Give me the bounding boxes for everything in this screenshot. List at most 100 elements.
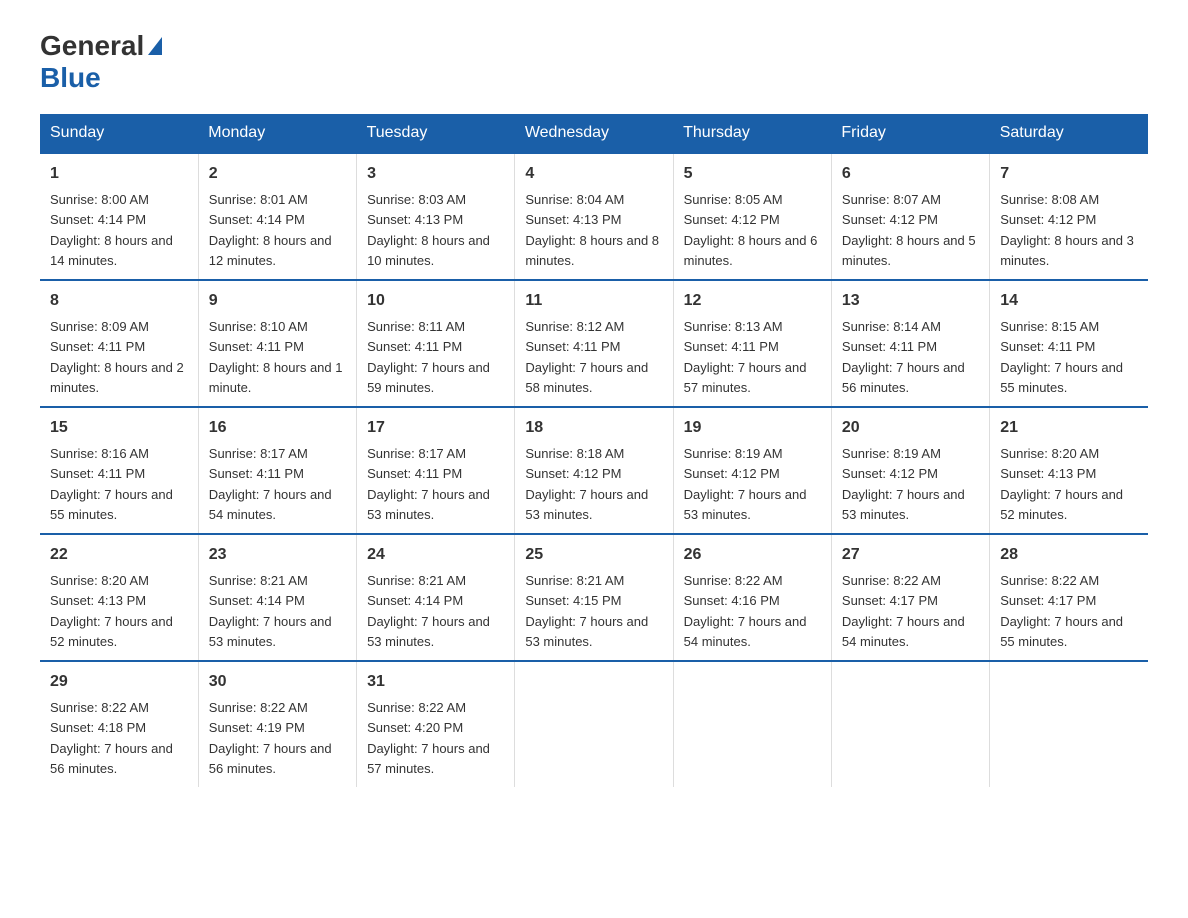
- calendar-cell: [990, 661, 1148, 787]
- day-info: Sunrise: 8:13 AMSunset: 4:11 PMDaylight:…: [684, 319, 807, 395]
- day-number: 7: [1000, 162, 1138, 186]
- header: General Blue: [40, 30, 1148, 94]
- day-number: 21: [1000, 416, 1138, 440]
- day-info: Sunrise: 8:22 AMSunset: 4:20 PMDaylight:…: [367, 700, 490, 776]
- day-number: 27: [842, 543, 979, 567]
- calendar-cell: 20 Sunrise: 8:19 AMSunset: 4:12 PMDaylig…: [831, 407, 989, 534]
- logo: General Blue: [40, 30, 162, 94]
- calendar-cell: 22 Sunrise: 8:20 AMSunset: 4:13 PMDaylig…: [40, 534, 198, 661]
- day-info: Sunrise: 8:15 AMSunset: 4:11 PMDaylight:…: [1000, 319, 1123, 395]
- calendar-cell: 24 Sunrise: 8:21 AMSunset: 4:14 PMDaylig…: [357, 534, 515, 661]
- day-info: Sunrise: 8:19 AMSunset: 4:12 PMDaylight:…: [842, 446, 965, 522]
- day-info: Sunrise: 8:22 AMSunset: 4:16 PMDaylight:…: [684, 573, 807, 649]
- day-number: 17: [367, 416, 504, 440]
- day-info: Sunrise: 8:21 AMSunset: 4:14 PMDaylight:…: [367, 573, 490, 649]
- calendar-header-row: Sunday Monday Tuesday Wednesday Thursday…: [40, 114, 1148, 153]
- day-number: 29: [50, 670, 188, 694]
- day-number: 28: [1000, 543, 1138, 567]
- calendar-cell: 21 Sunrise: 8:20 AMSunset: 4:13 PMDaylig…: [990, 407, 1148, 534]
- day-number: 16: [209, 416, 346, 440]
- day-info: Sunrise: 8:22 AMSunset: 4:17 PMDaylight:…: [842, 573, 965, 649]
- day-number: 8: [50, 289, 188, 313]
- col-friday: Friday: [831, 114, 989, 153]
- day-number: 15: [50, 416, 188, 440]
- day-info: Sunrise: 8:21 AMSunset: 4:14 PMDaylight:…: [209, 573, 332, 649]
- calendar-cell: 6 Sunrise: 8:07 AMSunset: 4:12 PMDayligh…: [831, 153, 989, 280]
- logo-triangle-icon: [148, 37, 162, 55]
- calendar-cell: 7 Sunrise: 8:08 AMSunset: 4:12 PMDayligh…: [990, 153, 1148, 280]
- calendar-cell: 14 Sunrise: 8:15 AMSunset: 4:11 PMDaylig…: [990, 280, 1148, 407]
- calendar-cell: 13 Sunrise: 8:14 AMSunset: 4:11 PMDaylig…: [831, 280, 989, 407]
- calendar-cell: 9 Sunrise: 8:10 AMSunset: 4:11 PMDayligh…: [198, 280, 356, 407]
- calendar-cell: 12 Sunrise: 8:13 AMSunset: 4:11 PMDaylig…: [673, 280, 831, 407]
- day-number: 23: [209, 543, 346, 567]
- day-number: 18: [525, 416, 662, 440]
- day-info: Sunrise: 8:20 AMSunset: 4:13 PMDaylight:…: [1000, 446, 1123, 522]
- col-sunday: Sunday: [40, 114, 198, 153]
- day-info: Sunrise: 8:11 AMSunset: 4:11 PMDaylight:…: [367, 319, 490, 395]
- day-info: Sunrise: 8:00 AMSunset: 4:14 PMDaylight:…: [50, 192, 173, 268]
- day-info: Sunrise: 8:16 AMSunset: 4:11 PMDaylight:…: [50, 446, 173, 522]
- calendar-cell: 5 Sunrise: 8:05 AMSunset: 4:12 PMDayligh…: [673, 153, 831, 280]
- day-info: Sunrise: 8:17 AMSunset: 4:11 PMDaylight:…: [209, 446, 332, 522]
- calendar-cell: 26 Sunrise: 8:22 AMSunset: 4:16 PMDaylig…: [673, 534, 831, 661]
- day-info: Sunrise: 8:21 AMSunset: 4:15 PMDaylight:…: [525, 573, 648, 649]
- calendar-week-row: 1 Sunrise: 8:00 AMSunset: 4:14 PMDayligh…: [40, 153, 1148, 280]
- day-number: 26: [684, 543, 821, 567]
- col-monday: Monday: [198, 114, 356, 153]
- day-info: Sunrise: 8:20 AMSunset: 4:13 PMDaylight:…: [50, 573, 173, 649]
- day-number: 1: [50, 162, 188, 186]
- day-number: 12: [684, 289, 821, 313]
- day-info: Sunrise: 8:14 AMSunset: 4:11 PMDaylight:…: [842, 319, 965, 395]
- day-info: Sunrise: 8:03 AMSunset: 4:13 PMDaylight:…: [367, 192, 490, 268]
- calendar-cell: 23 Sunrise: 8:21 AMSunset: 4:14 PMDaylig…: [198, 534, 356, 661]
- calendar-cell: 3 Sunrise: 8:03 AMSunset: 4:13 PMDayligh…: [357, 153, 515, 280]
- day-info: Sunrise: 8:01 AMSunset: 4:14 PMDaylight:…: [209, 192, 332, 268]
- calendar-cell: 16 Sunrise: 8:17 AMSunset: 4:11 PMDaylig…: [198, 407, 356, 534]
- day-info: Sunrise: 8:18 AMSunset: 4:12 PMDaylight:…: [525, 446, 648, 522]
- day-number: 4: [525, 162, 662, 186]
- day-number: 25: [525, 543, 662, 567]
- col-wednesday: Wednesday: [515, 114, 673, 153]
- day-number: 9: [209, 289, 346, 313]
- day-info: Sunrise: 8:04 AMSunset: 4:13 PMDaylight:…: [525, 192, 659, 268]
- day-number: 20: [842, 416, 979, 440]
- calendar-cell: 27 Sunrise: 8:22 AMSunset: 4:17 PMDaylig…: [831, 534, 989, 661]
- day-number: 2: [209, 162, 346, 186]
- day-number: 24: [367, 543, 504, 567]
- day-info: Sunrise: 8:05 AMSunset: 4:12 PMDaylight:…: [684, 192, 818, 268]
- day-number: 5: [684, 162, 821, 186]
- day-number: 19: [684, 416, 821, 440]
- day-info: Sunrise: 8:22 AMSunset: 4:18 PMDaylight:…: [50, 700, 173, 776]
- calendar-cell: 19 Sunrise: 8:19 AMSunset: 4:12 PMDaylig…: [673, 407, 831, 534]
- col-saturday: Saturday: [990, 114, 1148, 153]
- calendar-cell: 29 Sunrise: 8:22 AMSunset: 4:18 PMDaylig…: [40, 661, 198, 787]
- calendar-cell: 28 Sunrise: 8:22 AMSunset: 4:17 PMDaylig…: [990, 534, 1148, 661]
- day-number: 3: [367, 162, 504, 186]
- day-info: Sunrise: 8:22 AMSunset: 4:19 PMDaylight:…: [209, 700, 332, 776]
- calendar-cell: 8 Sunrise: 8:09 AMSunset: 4:11 PMDayligh…: [40, 280, 198, 407]
- calendar-cell: [673, 661, 831, 787]
- day-info: Sunrise: 8:12 AMSunset: 4:11 PMDaylight:…: [525, 319, 648, 395]
- logo-general-text: General: [40, 30, 144, 62]
- calendar-cell: 10 Sunrise: 8:11 AMSunset: 4:11 PMDaylig…: [357, 280, 515, 407]
- calendar-cell: 4 Sunrise: 8:04 AMSunset: 4:13 PMDayligh…: [515, 153, 673, 280]
- day-number: 14: [1000, 289, 1138, 313]
- calendar-cell: [831, 661, 989, 787]
- calendar-cell: 15 Sunrise: 8:16 AMSunset: 4:11 PMDaylig…: [40, 407, 198, 534]
- calendar-week-row: 22 Sunrise: 8:20 AMSunset: 4:13 PMDaylig…: [40, 534, 1148, 661]
- calendar-week-row: 15 Sunrise: 8:16 AMSunset: 4:11 PMDaylig…: [40, 407, 1148, 534]
- day-number: 10: [367, 289, 504, 313]
- day-info: Sunrise: 8:17 AMSunset: 4:11 PMDaylight:…: [367, 446, 490, 522]
- calendar-cell: 17 Sunrise: 8:17 AMSunset: 4:11 PMDaylig…: [357, 407, 515, 534]
- calendar-cell: 1 Sunrise: 8:00 AMSunset: 4:14 PMDayligh…: [40, 153, 198, 280]
- day-number: 22: [50, 543, 188, 567]
- day-info: Sunrise: 8:19 AMSunset: 4:12 PMDaylight:…: [684, 446, 807, 522]
- calendar-week-row: 8 Sunrise: 8:09 AMSunset: 4:11 PMDayligh…: [40, 280, 1148, 407]
- day-number: 6: [842, 162, 979, 186]
- day-info: Sunrise: 8:10 AMSunset: 4:11 PMDaylight:…: [209, 319, 343, 395]
- calendar-cell: 18 Sunrise: 8:18 AMSunset: 4:12 PMDaylig…: [515, 407, 673, 534]
- calendar-cell: 11 Sunrise: 8:12 AMSunset: 4:11 PMDaylig…: [515, 280, 673, 407]
- col-thursday: Thursday: [673, 114, 831, 153]
- calendar-cell: 25 Sunrise: 8:21 AMSunset: 4:15 PMDaylig…: [515, 534, 673, 661]
